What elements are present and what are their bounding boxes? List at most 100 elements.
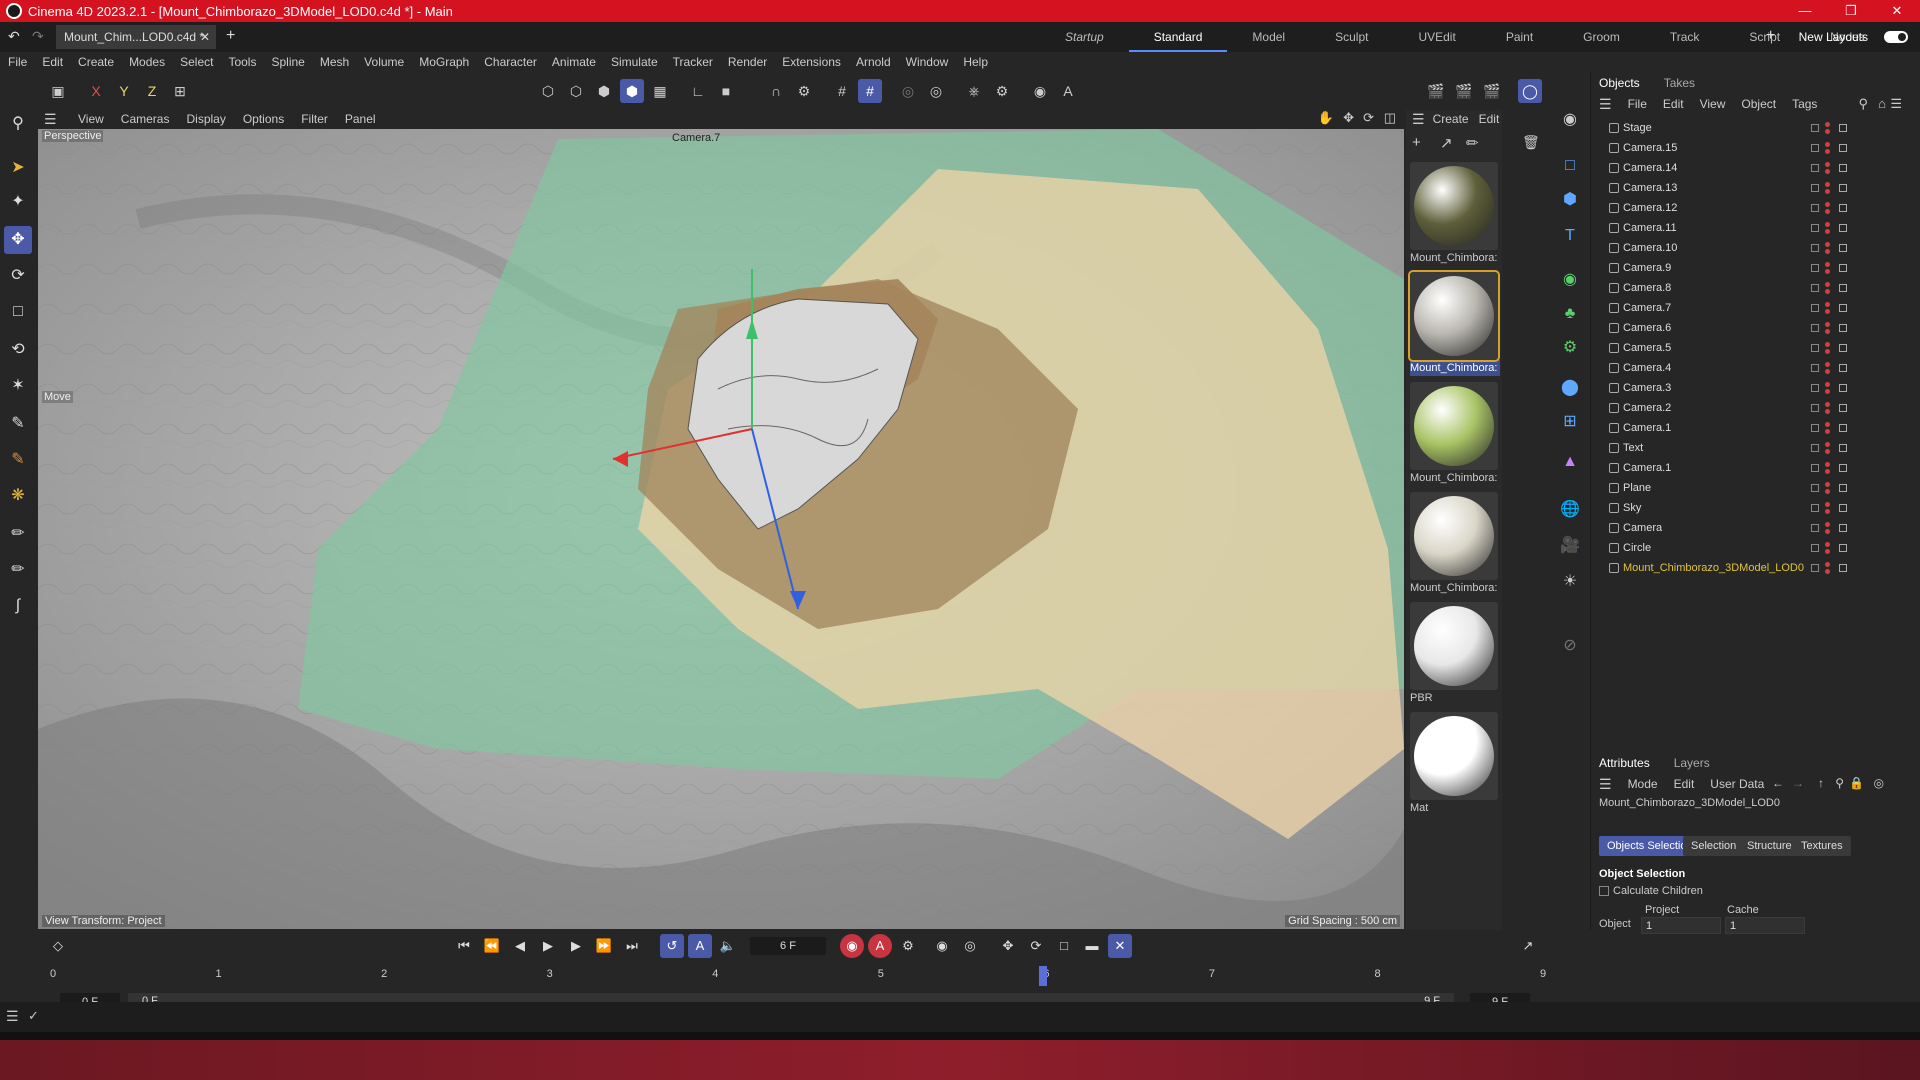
playhead-marker[interactable]	[1039, 966, 1048, 986]
rotation-key-icon[interactable]: ◎	[958, 934, 982, 958]
enable-icon[interactable]	[1839, 184, 1847, 192]
menu-mesh[interactable]: Mesh	[320, 55, 349, 69]
layout-tab-track[interactable]: Track	[1645, 22, 1725, 52]
render-active-view-icon[interactable]: 🎬	[1424, 79, 1448, 103]
render-view-icon[interactable]: ◉	[1028, 79, 1052, 103]
visibility-dots-icon[interactable]	[1825, 289, 1830, 294]
visibility-dots-icon[interactable]	[1825, 282, 1830, 287]
close-tab-icon[interactable]: ✕	[200, 25, 210, 49]
menu-tracker[interactable]: Tracker	[673, 55, 713, 69]
visibility-dots-icon[interactable]	[1825, 469, 1830, 474]
visibility-dots-icon[interactable]	[1825, 242, 1830, 247]
menu-file[interactable]: File	[8, 55, 27, 69]
object-hamburger-icon[interactable]: ☰	[1599, 96, 1612, 113]
material-menu-create[interactable]: Create	[1433, 112, 1469, 126]
viewport-menu-view[interactable]: View	[78, 112, 104, 126]
layout-tab-paint[interactable]: Paint	[1481, 22, 1558, 52]
viewport-menu-cameras[interactable]: Cameras	[121, 112, 170, 126]
object-menu-view[interactable]: View	[1700, 97, 1726, 111]
visibility-dots-icon[interactable]	[1825, 522, 1830, 527]
enable-icon[interactable]	[1839, 204, 1847, 212]
enable-icon[interactable]	[1839, 524, 1847, 532]
viewport-mode-icon[interactable]: ▣	[46, 79, 70, 103]
current-frame-field[interactable]: 6 F	[750, 937, 826, 955]
3d-viewport[interactable]: Perspective Camera.7 Move View Transform…	[38, 129, 1404, 929]
menu-tools[interactable]: Tools	[228, 55, 256, 69]
object-row[interactable]: Stage	[1591, 118, 1920, 138]
object-row[interactable]: Camera.2	[1591, 398, 1920, 418]
filter-icon[interactable]: ☰	[1890, 96, 1902, 112]
enable-icon[interactable]	[1839, 144, 1847, 152]
environment-icon[interactable]: 🌐	[1556, 496, 1584, 524]
visibility-dots-icon[interactable]	[1825, 442, 1830, 447]
layer-icon[interactable]	[1811, 184, 1819, 192]
layer-icon[interactable]	[1811, 484, 1819, 492]
attribute-button-selection[interactable]: Selection	[1683, 836, 1745, 856]
visibility-dots-icon[interactable]	[1825, 322, 1830, 327]
render-region-icon[interactable]: ◎	[924, 79, 948, 103]
pan-view-icon[interactable]: ✋	[1318, 110, 1334, 126]
material-hamburger-icon[interactable]: ☰	[1412, 111, 1425, 128]
minimize-icon[interactable]: —	[1782, 0, 1828, 22]
attribute-hamburger-icon[interactable]: ☰	[1599, 776, 1612, 793]
layout-toggle[interactable]	[1884, 31, 1908, 43]
model-mode-icon[interactable]: ⬢	[620, 79, 644, 103]
arrow-material-icon[interactable]: ↗	[1440, 134, 1453, 152]
redshift-icon[interactable]: ◯	[1518, 79, 1542, 103]
visibility-dots-icon[interactable]	[1825, 349, 1830, 354]
object-row[interactable]: Camera.3	[1591, 378, 1920, 398]
visibility-dots-icon[interactable]	[1825, 569, 1830, 574]
render-to-picture-viewer-icon[interactable]: 🎬	[1452, 79, 1476, 103]
layer-icon[interactable]	[1811, 304, 1819, 312]
axis-x-lock[interactable]: X	[84, 79, 108, 103]
autokeying-icon[interactable]: A	[868, 934, 892, 958]
arnold-icon[interactable]: A	[1056, 79, 1080, 103]
layer-icon[interactable]	[1811, 544, 1819, 552]
menu-mograph[interactable]: MoGraph	[419, 55, 469, 69]
layer-icon[interactable]	[1811, 224, 1819, 232]
menu-help[interactable]: Help	[963, 55, 988, 69]
attribute-menu-edit[interactable]: Edit	[1674, 777, 1695, 791]
enable-icon[interactable]	[1839, 364, 1847, 372]
keyframe-icon[interactable]: ◇	[46, 934, 70, 958]
menu-arnold[interactable]: Arnold	[856, 55, 891, 69]
camera-object-icon[interactable]: 🎥	[1556, 532, 1584, 560]
visibility-dots-icon[interactable]	[1825, 422, 1830, 427]
visibility-dots-icon[interactable]	[1825, 149, 1830, 154]
menu-create[interactable]: Create	[78, 55, 114, 69]
visibility-dots-icon[interactable]	[1825, 489, 1830, 494]
polygons-mode-icon[interactable]: ⬢	[592, 79, 616, 103]
visibility-dots-icon[interactable]	[1825, 222, 1830, 227]
light-icon[interactable]: ☀	[1556, 568, 1584, 596]
attribute-menu-mode[interactable]: Mode	[1628, 777, 1658, 791]
object-row[interactable]: Camera.10	[1591, 238, 1920, 258]
menu-select[interactable]: Select	[180, 55, 213, 69]
delete-material-icon[interactable]: 🗑	[1522, 134, 1540, 151]
texture-mode-icon[interactable]: ▦	[648, 79, 672, 103]
workplane-icon[interactable]: #	[858, 79, 882, 103]
enable-icon[interactable]	[1839, 284, 1847, 292]
magnet-icon[interactable]: ∫	[4, 592, 32, 620]
tab-objects[interactable]: Objects	[1599, 76, 1640, 90]
layer-icon[interactable]	[1811, 464, 1819, 472]
close-icon[interactable]: ✕	[1874, 0, 1920, 22]
home-icon[interactable]: ⌂	[1878, 96, 1886, 111]
layout-tab-script[interactable]: Script	[1724, 22, 1805, 52]
attribute-project-value[interactable]: 1	[1641, 917, 1721, 934]
symmetry-settings-icon[interactable]: ⚙	[990, 79, 1014, 103]
menu-character[interactable]: Character	[484, 55, 537, 69]
visibility-dots-icon[interactable]	[1825, 482, 1830, 487]
toggle-view-icon[interactable]: ◫	[1384, 110, 1396, 126]
layer-icon[interactable]	[1811, 244, 1819, 252]
scale-tool-icon[interactable]: □	[4, 298, 32, 326]
visibility-dots-icon[interactable]	[1825, 302, 1830, 307]
menu-window[interactable]: Window	[906, 55, 949, 69]
visibility-dots-icon[interactable]	[1825, 189, 1830, 194]
back-arrow-icon[interactable]: ←	[1772, 776, 1784, 790]
object-row[interactable]: Camera.14	[1591, 158, 1920, 178]
object-row[interactable]: Camera	[1591, 518, 1920, 538]
add-tab-icon[interactable]: +	[226, 27, 235, 45]
motion-system-icon[interactable]: ▬	[1080, 934, 1104, 958]
visibility-dots-icon[interactable]	[1825, 342, 1830, 347]
search-icon[interactable]: ⚲	[1858, 96, 1868, 112]
